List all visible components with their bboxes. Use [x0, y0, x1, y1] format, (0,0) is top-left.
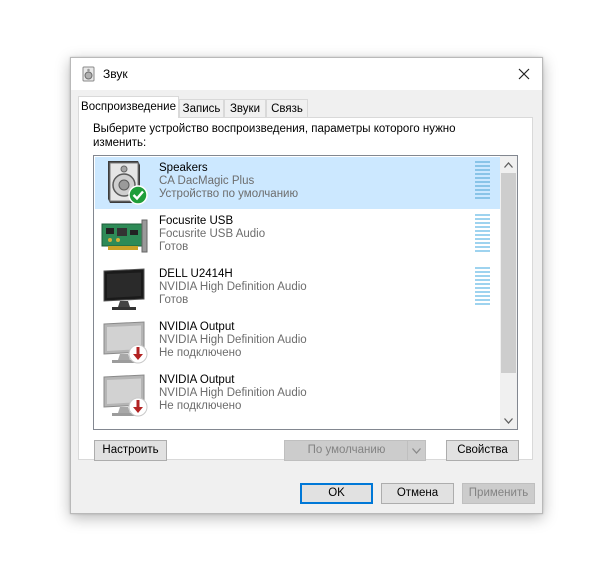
device-state: Готов	[159, 241, 189, 253]
ok-button[interactable]: OK	[300, 483, 373, 504]
device-item-dell[interactable]: DELL U2414H NVIDIA High Definition Audio…	[95, 263, 501, 315]
device-state: Не подключено	[159, 347, 242, 359]
scroll-down-button[interactable]	[500, 412, 517, 429]
playback-panel: Выберите устройство воспроизведения, пар…	[78, 117, 533, 461]
window-title: Звук	[103, 67, 128, 81]
configure-button[interactable]: Настроить	[94, 440, 167, 461]
device-state: Не подключено	[159, 400, 242, 412]
device-subtitle: NVIDIA High Definition Audio	[159, 281, 307, 293]
device-subtitle: NVIDIA High Definition Audio	[159, 387, 307, 399]
device-item-focusrite[interactable]: Focusrite USB Focusrite USB Audio Готов	[95, 210, 501, 262]
tab-communications[interactable]: Связь	[266, 99, 308, 117]
instruction-text: Выберите устройство воспроизведения, пар…	[93, 123, 456, 149]
device-subtitle: CA DacMagic Plus	[159, 175, 255, 187]
scroll-thumb[interactable]	[501, 173, 516, 373]
device-list[interactable]: Speakers CA DacMagic Plus Устройство по …	[93, 155, 518, 430]
volume-meter	[475, 214, 490, 254]
device-name: Speakers	[159, 162, 208, 174]
properties-button[interactable]: Свойства	[446, 440, 519, 461]
device-item-nvidia-output-1[interactable]: NVIDIA Output NVIDIA High Definition Aud…	[95, 316, 501, 368]
close-button[interactable]	[506, 58, 542, 90]
device-list-scrollbar[interactable]	[500, 156, 517, 429]
sound-card-icon	[101, 219, 148, 253]
sound-dialog: Звук Воспроизведение Запись Звуки Связь …	[70, 57, 543, 514]
close-icon	[518, 68, 530, 80]
device-name: NVIDIA Output	[159, 374, 235, 386]
cancel-button[interactable]: Отмена	[381, 483, 454, 504]
speaker-icon	[82, 66, 95, 82]
device-state: Устройство по умолчанию	[159, 188, 299, 200]
device-name: Focusrite USB	[159, 215, 234, 227]
monitor-icon	[103, 321, 148, 364]
device-item-nvidia-output-2[interactable]: NVIDIA Output NVIDIA High Definition Aud…	[95, 369, 501, 421]
tab-sounds[interactable]: Звуки	[224, 99, 266, 117]
default-check-icon	[128, 185, 148, 205]
monitor-icon	[103, 374, 148, 417]
volume-meter	[475, 267, 490, 307]
tab-recording[interactable]: Запись	[179, 99, 224, 117]
scroll-up-button[interactable]	[500, 156, 517, 173]
device-state: Готов	[159, 294, 189, 306]
device-name: DELL U2414H	[159, 268, 233, 280]
chevron-down-icon	[504, 417, 513, 424]
device-item-speakers[interactable]: Speakers CA DacMagic Plus Устройство по …	[95, 157, 501, 209]
volume-meter	[475, 161, 490, 201]
device-subtitle: NVIDIA High Definition Audio	[159, 334, 307, 346]
set-default-label: По умолчанию	[307, 444, 386, 456]
set-default-button[interactable]: По умолчанию	[284, 440, 426, 461]
device-name: NVIDIA Output	[159, 321, 235, 333]
chevron-up-icon	[504, 161, 513, 168]
apply-button[interactable]: Применить	[462, 483, 535, 504]
set-default-dropdown-button[interactable]	[407, 441, 425, 460]
monitor-icon	[103, 268, 145, 310]
title-bar[interactable]: Звук	[71, 58, 542, 90]
device-subtitle: Focusrite USB Audio	[159, 228, 266, 240]
tab-playback[interactable]: Воспроизведение	[78, 96, 179, 118]
speaker-icon	[108, 161, 148, 205]
chevron-down-icon	[412, 447, 421, 454]
